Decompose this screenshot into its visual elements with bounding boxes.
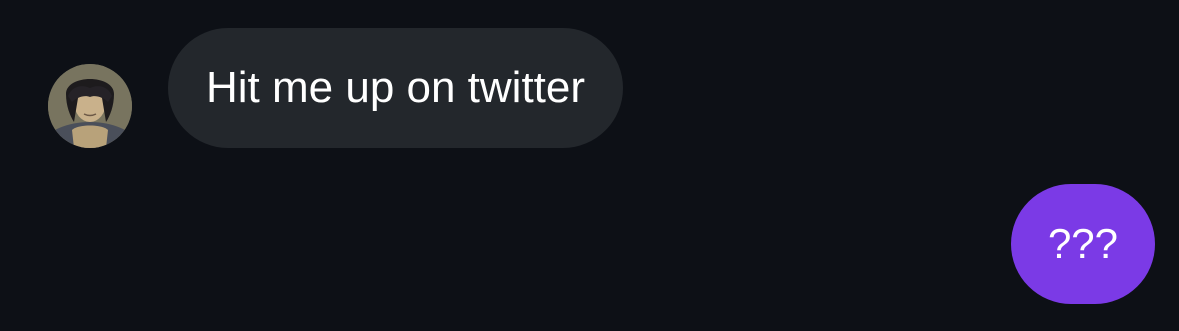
incoming-message-bubble[interactable]: Hit me up on twitter (168, 28, 624, 148)
contact-avatar[interactable] (48, 64, 132, 148)
user-avatar-icon (48, 64, 132, 148)
chat-thread: Hit me up on twitter ??? (0, 0, 1179, 331)
incoming-message-text: Hit me up on twitter (206, 63, 586, 112)
outgoing-message-bubble[interactable]: ??? (1011, 184, 1155, 304)
outgoing-message-text: ??? (1047, 220, 1119, 267)
